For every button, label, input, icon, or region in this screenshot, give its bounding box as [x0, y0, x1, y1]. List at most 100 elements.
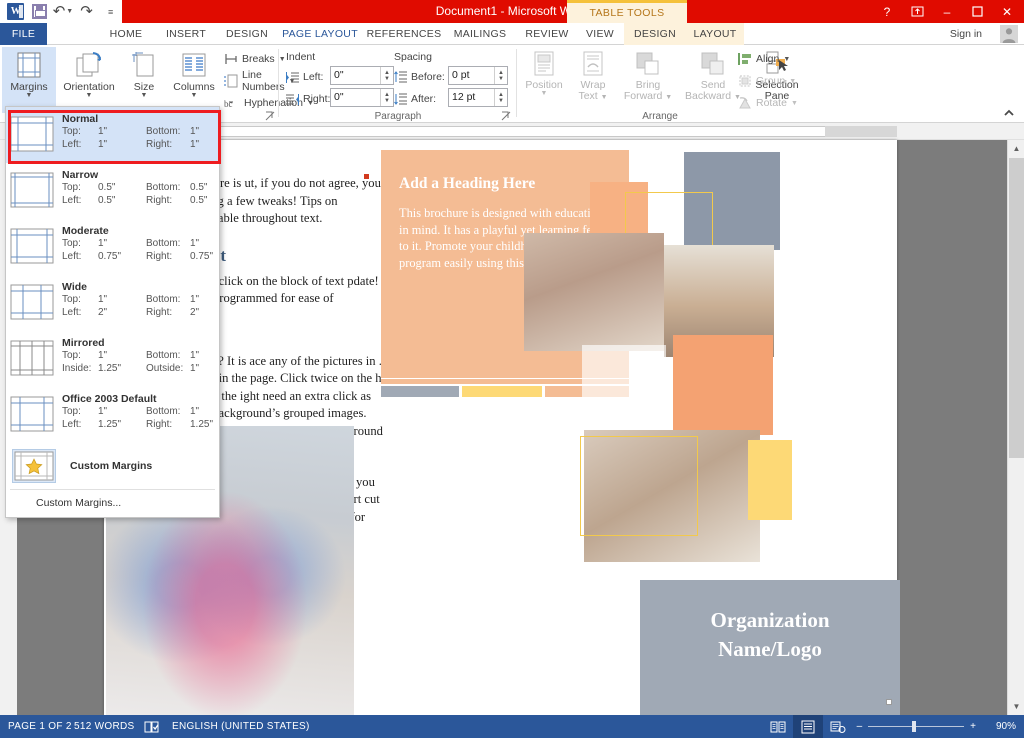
zoom-level[interactable]: 90% — [982, 721, 1016, 732]
moderate-top-label: Top: — [62, 238, 81, 249]
tab-mailings[interactable]: MAILINGS — [447, 23, 513, 45]
scroll-down-arrow-icon[interactable]: ▼ — [1008, 698, 1024, 715]
word-application-window: Document1 - Microsoft Word ↶▼ ↷ ≡ TABLE … — [0, 0, 1024, 738]
zoom-slider-track[interactable] — [868, 721, 965, 732]
save-icon[interactable] — [28, 1, 52, 23]
breaks-label: Breaks — [242, 53, 275, 65]
collage-swatch-yellow-right[interactable] — [748, 440, 792, 520]
margin-name-mirrored: Mirrored — [62, 337, 105, 349]
spelling-check-icon[interactable] — [144, 715, 160, 738]
zoom-out-button[interactable]: – — [857, 721, 863, 732]
orientation-button[interactable]: Orientation ▼ — [57, 47, 121, 113]
close-button[interactable]: ✕ — [992, 0, 1022, 23]
margins-dropdown-menu[interactable]: Normal Top: 1" Bottom: 1" Left: 1" Right: 1" N… — [5, 106, 220, 518]
scrollbar-thumb[interactable] — [1009, 158, 1024, 458]
scroll-up-arrow-icon[interactable]: ▲ — [1008, 140, 1024, 157]
organization-name-logo-box[interactable]: Organization Name/Logo — [640, 580, 900, 715]
margin-preset-normal[interactable]: Normal Top: 1" Bottom: 1" Left: 1" Right: 1" — [6, 107, 219, 163]
wrap-text-button[interactable]: Wrap Text ▼ — [570, 47, 616, 113]
table-tools-label: TABLE TOOLS — [567, 0, 687, 23]
indent-right-input[interactable]: 0" ▲ ▼ — [330, 88, 394, 107]
paragraph-dialog-launcher[interactable] — [501, 111, 511, 121]
zoom-in-button[interactable]: + — [970, 721, 976, 732]
window-controls: ? – ✕ — [872, 0, 1022, 23]
indent-left-spinner[interactable]: ▲ ▼ — [380, 67, 393, 84]
indent-right-spinner[interactable]: ▲ ▼ — [380, 89, 393, 106]
page-setup-dialog-launcher[interactable] — [265, 111, 275, 121]
spacing-before-input[interactable]: 0 pt ▲ ▼ — [448, 66, 508, 85]
custom-margins-command[interactable]: Custom Margins... — [6, 490, 219, 516]
normal-top-label: Top: — [62, 126, 81, 137]
tab-design[interactable]: DESIGN — [220, 23, 274, 45]
ribbon-arrange-align-column: Align ▼ Group ▼ Rotate ▼ — [736, 45, 816, 123]
vertical-scrollbar[interactable]: ▲ ▼ — [1007, 140, 1024, 715]
spacing-before-spinner[interactable]: ▲ ▼ — [494, 67, 507, 84]
zoom-control[interactable]: – + 90% — [853, 721, 1024, 732]
collapse-ribbon-icon[interactable] — [1002, 106, 1016, 120]
margin-preset-narrow[interactable]: Narrow Top: 0.5" Bottom: 0.5" Left: 0.5" Righ… — [6, 163, 219, 219]
redo-icon[interactable]: ↷ — [75, 1, 99, 23]
custom-margins-preset-label: Custom Margins — [70, 460, 153, 472]
tab-file[interactable]: FILE — [0, 23, 47, 45]
user-avatar[interactable] — [1000, 25, 1018, 43]
spacing-before-label: Before: — [411, 71, 445, 83]
office2003-right-label: Right: — [146, 419, 173, 430]
tab-references[interactable]: REFERENCES — [365, 23, 443, 45]
position-button[interactable]: Position ▼ — [520, 47, 568, 113]
office2003-top-label: Top: — [62, 406, 81, 417]
group-button[interactable]: Group ▼ — [738, 71, 796, 91]
customize-qat-icon[interactable]: ≡ — [98, 1, 122, 23]
read-mode-view-button[interactable] — [763, 715, 793, 738]
collage-swatch-orange-mid[interactable] — [673, 335, 773, 435]
columns-button[interactable]: Columns ▼ — [167, 47, 221, 113]
document-page[interactable]: Heading Here design of this brochure is … — [104, 140, 900, 715]
tab-page-layout[interactable]: PAGE LAYOUT — [281, 23, 359, 45]
margin-preset-moderate[interactable]: Moderate Top: 1" Bottom: 1" Left: 0.75" Right… — [6, 219, 219, 275]
office2003-bottom-label: Bottom: — [146, 406, 181, 417]
tab-table-tools-design-bg[interactable]: DESIGN — [624, 23, 686, 45]
tab-table-tools-layout[interactable]: LAYOUT — [686, 23, 744, 45]
margin-preset-wide[interactable]: Wide Top: 1" Bottom: 1" Left: 2" Right: 2" — [6, 275, 219, 331]
margin-preset-office-2003-default[interactable]: Office 2003 Default Top: 1" Bottom: 1" Left… — [6, 387, 219, 443]
align-button[interactable]: Align ▼ — [738, 49, 790, 69]
margin-name-office-2003: Office 2003 Default — [62, 393, 157, 405]
language-indicator[interactable]: ENGLISH (UNITED STATES) — [172, 715, 310, 738]
margins-button[interactable]: Margins ▼ — [2, 47, 56, 113]
spacing-after-spinner[interactable]: ▲ ▼ — [494, 89, 507, 106]
ribbon-display-options-icon[interactable] — [902, 0, 932, 23]
sign-in-link[interactable]: Sign in — [950, 23, 982, 45]
collage-outline-yellow-bottom[interactable] — [580, 436, 698, 536]
undo-icon[interactable]: ↶ ▼ — [51, 1, 75, 23]
indent-left-input[interactable]: 0" ▲ ▼ — [330, 66, 394, 85]
rotate-button[interactable]: Rotate ▼ — [738, 93, 798, 113]
status-bar: PAGE 1 OF 2 512 WORDS ENGLISH (UNITED ST… — [0, 715, 1024, 738]
narrow-left-label: Left: — [62, 195, 82, 206]
margin-thumb-mirrored-icon — [10, 340, 54, 376]
collage-photo-children-crayons[interactable] — [524, 233, 664, 351]
help-icon[interactable]: ? — [872, 0, 902, 23]
size-button[interactable]: Size ▼ — [123, 47, 165, 113]
narrow-top-value: 0.5" — [98, 182, 116, 193]
page-indicator[interactable]: PAGE 1 OF 2 — [8, 715, 72, 738]
margin-preset-mirrored[interactable]: Mirrored Top: 1" Bottom: 1" Inside: 1.25" Out… — [6, 331, 219, 387]
word-count[interactable]: 512 WORDS — [74, 715, 135, 738]
bring-forward-icon — [634, 50, 662, 78]
minimize-button[interactable]: – — [932, 0, 962, 23]
zoom-slider-thumb[interactable] — [912, 721, 917, 732]
mirrored-outside-label: Outside: — [146, 363, 184, 374]
title-bar: Document1 - Microsoft Word ↶▼ ↷ ≡ TABLE … — [0, 0, 1024, 23]
margins-icon — [14, 50, 44, 80]
maximize-restore-button[interactable] — [962, 0, 992, 23]
print-layout-view-button[interactable] — [792, 715, 823, 738]
rotate-label: Rotate — [756, 97, 787, 109]
margin-preset-custom[interactable]: Custom Margins — [6, 443, 219, 489]
spacing-after-input[interactable]: 12 pt ▲ ▼ — [448, 88, 508, 107]
tab-insert[interactable]: INSERT — [160, 23, 212, 45]
organization-line-1: Organization — [710, 608, 830, 632]
word-logo-icon[interactable] — [4, 1, 28, 23]
web-layout-view-button[interactable] — [823, 715, 853, 738]
tab-home[interactable]: HOME — [100, 23, 152, 45]
selection-handle[interactable] — [886, 699, 892, 705]
bring-forward-button[interactable]: Bring Forward ▼ — [617, 47, 679, 113]
breaks-button[interactable]: Breaks ▼ — [224, 49, 286, 69]
